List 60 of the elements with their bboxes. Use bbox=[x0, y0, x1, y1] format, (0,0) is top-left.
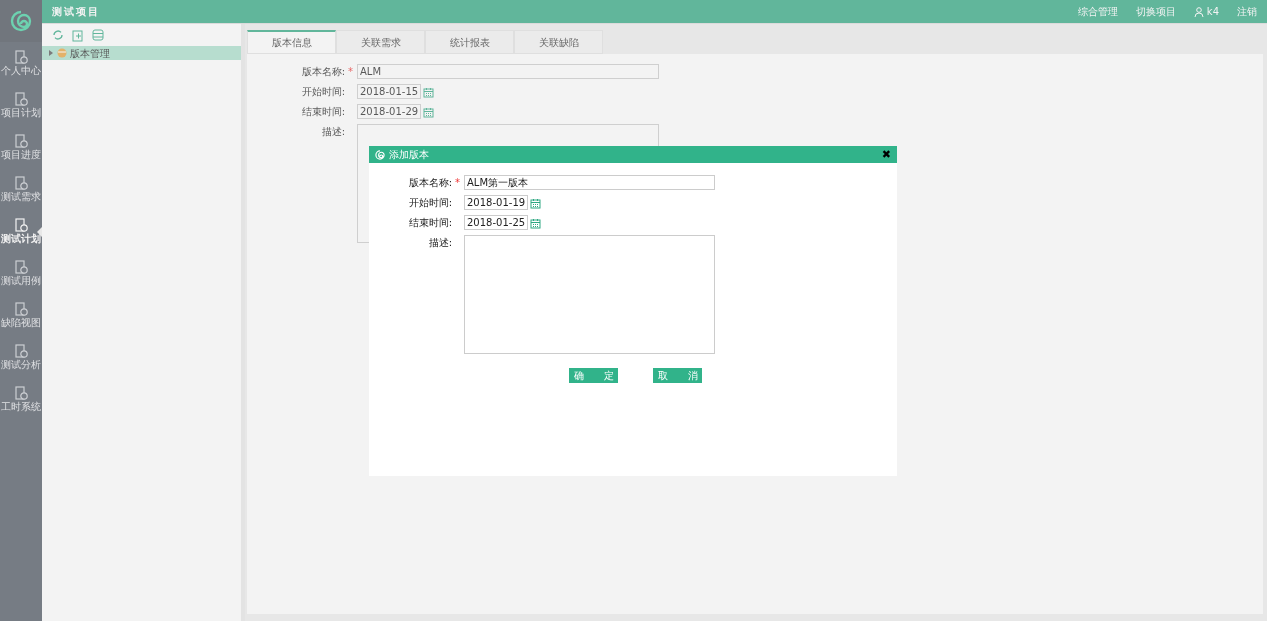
user-link[interactable]: k4 bbox=[1193, 4, 1219, 19]
sidebar-item[interactable]: 测试用例 bbox=[0, 252, 42, 294]
header-link[interactable]: 切换项目 bbox=[1135, 4, 1176, 19]
sidebar-item[interactable]: 项目进度 bbox=[0, 126, 42, 168]
description-field[interactable] bbox=[464, 235, 715, 354]
required-mark: * bbox=[455, 176, 461, 190]
date-field[interactable]: 2018-01-25 bbox=[464, 215, 529, 230]
date-field[interactable]: 2018-01-29 bbox=[357, 104, 422, 119]
dialog-title: 添加版本 bbox=[389, 148, 429, 162]
field-label: 开始时间: bbox=[407, 196, 453, 210]
sidebar-item[interactable]: 工时系统 bbox=[0, 378, 42, 420]
field-label: 开始时间: bbox=[300, 85, 346, 99]
project-title: 测试项目 bbox=[52, 5, 100, 19]
dialog-button[interactable]: 取 消 bbox=[653, 368, 702, 383]
user-icon bbox=[1193, 6, 1204, 17]
add-document-icon[interactable] bbox=[72, 28, 84, 42]
text-field[interactable]: ALM bbox=[357, 64, 659, 79]
document-icon bbox=[14, 176, 28, 190]
refresh-icon[interactable] bbox=[52, 29, 64, 41]
document-icon bbox=[14, 50, 28, 64]
calendar-icon bbox=[530, 218, 542, 229]
document-icon bbox=[14, 134, 28, 148]
calendar-icon bbox=[530, 198, 542, 209]
tab[interactable]: 统计报表 bbox=[425, 30, 514, 54]
close-button[interactable]: ✖ bbox=[881, 149, 891, 160]
calendar-icon bbox=[423, 107, 435, 118]
sidebar-item[interactable]: 测试需求 bbox=[0, 168, 42, 210]
field-label: 描述: bbox=[427, 236, 453, 250]
logo-icon bbox=[10, 10, 32, 32]
document-icon bbox=[14, 344, 28, 358]
expand-arrow-icon bbox=[48, 50, 54, 56]
tab[interactable]: 关联缺陷 bbox=[514, 30, 603, 54]
logo-icon bbox=[375, 149, 385, 160]
header-link[interactable]: 综合管理 bbox=[1077, 4, 1118, 19]
package-icon bbox=[57, 48, 67, 58]
document-icon bbox=[14, 218, 28, 232]
dialog-button[interactable]: 确 定 bbox=[569, 368, 618, 383]
sidebar-item[interactable]: 个人中心 bbox=[0, 42, 42, 84]
tab[interactable]: 版本信息 bbox=[247, 30, 336, 54]
header-link[interactable]: 注销 bbox=[1237, 4, 1257, 19]
required-mark: * bbox=[348, 65, 354, 79]
field-label: 版本名称: bbox=[407, 176, 453, 190]
text-field[interactable]: ALM第一版本 bbox=[464, 175, 715, 190]
tree-item[interactable]: 版本管理 bbox=[42, 46, 241, 60]
date-field[interactable]: 2018-01-19 bbox=[464, 195, 529, 210]
sidebar-item[interactable]: 项目计划 bbox=[0, 84, 42, 126]
sidebar-item[interactable]: 测试分析 bbox=[0, 336, 42, 378]
field-label: 版本名称: bbox=[300, 65, 346, 79]
document-icon bbox=[14, 92, 28, 106]
field-label: 结束时间: bbox=[300, 105, 346, 119]
tab[interactable]: 关联需求 bbox=[336, 30, 425, 54]
field-label: 结束时间: bbox=[407, 216, 453, 230]
document-icon bbox=[14, 386, 28, 400]
date-field[interactable]: 2018-01-15 bbox=[357, 84, 422, 99]
document-icon bbox=[14, 302, 28, 316]
field-label: 描述: bbox=[320, 125, 346, 139]
document-icon bbox=[14, 260, 28, 274]
database-icon[interactable] bbox=[92, 29, 104, 41]
calendar-icon bbox=[423, 87, 435, 98]
sidebar-item[interactable]: 缺陷视图 bbox=[0, 294, 42, 336]
